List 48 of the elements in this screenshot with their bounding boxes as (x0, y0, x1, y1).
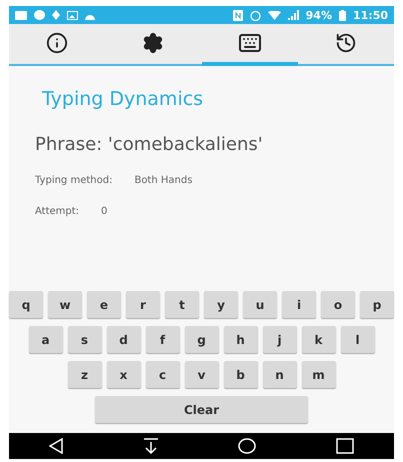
field-value: 0 (101, 206, 108, 217)
key[interactable]: a (28, 326, 62, 353)
battery-percent: 94% (306, 8, 332, 22)
key[interactable]: d (106, 326, 140, 353)
wifi-icon (268, 10, 281, 20)
home-icon[interactable] (238, 438, 256, 454)
battery-icon (338, 10, 346, 20)
image-icon (67, 10, 78, 20)
key[interactable]: m (302, 361, 336, 388)
key[interactable]: u (243, 291, 277, 318)
key[interactable]: i (282, 291, 316, 318)
recents-icon[interactable] (336, 438, 354, 454)
field-label: Typing method: (35, 175, 112, 186)
key[interactable]: k (302, 326, 336, 353)
settings-icon (142, 32, 164, 54)
key[interactable]: y (204, 291, 238, 318)
history-icon (334, 32, 357, 54)
key[interactable]: n (262, 361, 296, 388)
key[interactable]: f (146, 326, 180, 353)
key[interactable]: l (340, 326, 374, 353)
key[interactable]: j (262, 326, 296, 353)
key[interactable]: p (360, 291, 394, 318)
key[interactable]: s (68, 326, 102, 353)
clear-button[interactable]: Clear (95, 396, 308, 423)
key[interactable]: q (9, 291, 43, 318)
signal-icon (288, 10, 299, 20)
key[interactable]: c (146, 361, 180, 388)
key[interactable]: o (321, 291, 355, 318)
key[interactable]: z (68, 361, 102, 388)
field-value: Both Hands (134, 175, 192, 186)
key[interactable]: v (184, 361, 218, 388)
key[interactable]: r (126, 291, 160, 318)
key[interactable]: t (165, 291, 199, 318)
keyboard-icon (238, 31, 262, 55)
key[interactable]: e (87, 291, 121, 318)
field-label: Attempt: (35, 206, 80, 217)
nfc-icon (232, 10, 243, 20)
key[interactable]: x (106, 361, 140, 388)
phrase-text: Phrase: 'comebackaliens' (35, 134, 264, 155)
back-icon[interactable] (48, 438, 63, 454)
screen-title: Typing Dynamics (42, 88, 204, 110)
download-icon[interactable] (142, 438, 159, 454)
info-icon (46, 32, 68, 54)
key[interactable]: g (184, 326, 218, 353)
key[interactable]: b (224, 361, 258, 388)
clock-time: 11:50 (352, 8, 388, 22)
key[interactable]: h (224, 326, 258, 353)
key[interactable]: w (48, 291, 82, 318)
